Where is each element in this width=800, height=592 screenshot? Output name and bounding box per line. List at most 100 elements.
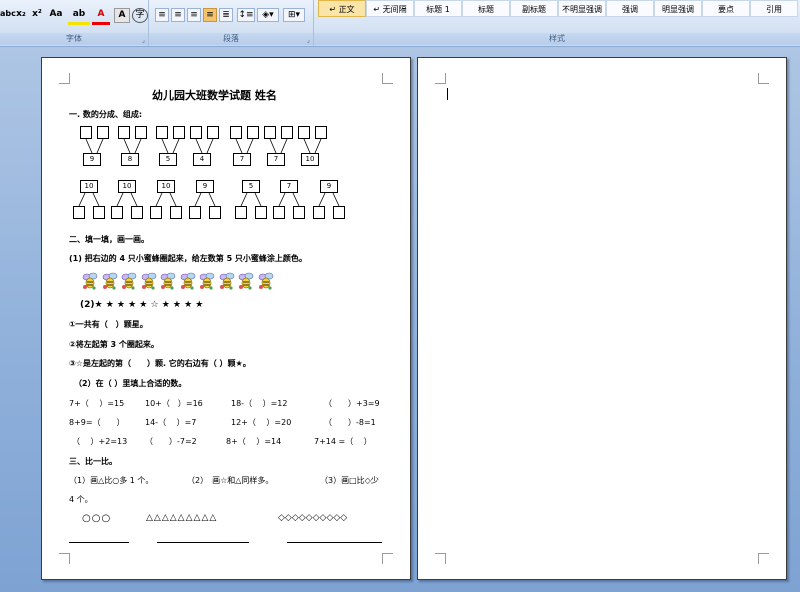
answer-box [281, 126, 293, 139]
section-2-heading: 二、填一填，画一画。 [69, 235, 149, 244]
crop-mark [435, 73, 446, 84]
text-cursor [447, 88, 448, 100]
answer-box [156, 126, 168, 139]
crop-mark [758, 553, 769, 564]
styles-group: ↵ 正文 ↵ 无间隔 标题 1 标题 副标题 不明显强调 强调 明显强调 要点 引用 样式 [314, 0, 800, 46]
answer-box [207, 126, 219, 139]
paragraph-group-label: 段落 [149, 33, 313, 45]
align-right-icon[interactable]: ≡ [187, 8, 201, 22]
decomposition-lines [78, 138, 340, 207]
answer-box [111, 206, 123, 219]
number-box: 10 [157, 180, 175, 193]
justify-icon[interactable]: ≡ [203, 8, 217, 22]
number-box: 4 [193, 153, 211, 166]
answer-box [131, 206, 143, 219]
number-box: 10 [80, 180, 98, 193]
eq-r3-c2: （ ）-7=2 [145, 437, 197, 446]
style-item[interactable]: 强调 [606, 0, 654, 17]
answer-box [298, 126, 310, 139]
answer-box [93, 206, 105, 219]
styles-group-label: 样式 [314, 33, 800, 45]
section-3-heading: 三、比一比。 [69, 457, 117, 466]
font-color-button[interactable]: A [92, 6, 110, 25]
number-box: 7 [233, 153, 251, 166]
paragraph-dialog-launcher-icon[interactable]: ⌟ [307, 36, 310, 44]
compare-3-cont: 4 个。 [69, 495, 93, 504]
compare-3: （3）画□比◇少 [320, 476, 379, 485]
number-box: 8 [121, 153, 139, 166]
answer-box [315, 126, 327, 139]
font-dialog-launcher-icon[interactable]: ⌟ [142, 36, 145, 44]
eq-r1-c1: 7+（ ）=15 [69, 399, 125, 408]
bee-icon [102, 272, 118, 290]
change-case-button[interactable]: Aa [46, 6, 66, 22]
strikethrough-button[interactable]: abc [0, 6, 16, 22]
align-center-icon[interactable]: ≡ [171, 8, 185, 22]
font-group-label: 字体 [0, 33, 148, 45]
diamonds-shapes: ◇◇◇◇◇◇◇◇◇◇ [278, 513, 348, 523]
style-item[interactable]: 引用 [750, 0, 798, 17]
subscript-button[interactable]: x₂ [14, 6, 28, 22]
borders-icon[interactable]: ⊞▾ [283, 8, 305, 22]
eq-r2-c4: （ ）-8=1 [324, 418, 376, 427]
style-item[interactable]: 明显强调 [654, 0, 702, 17]
bee-icon [180, 272, 196, 290]
line-spacing-icon[interactable]: ↕≡ [237, 8, 255, 22]
circles-shapes: ○○○ [82, 513, 112, 524]
superscript-button[interactable]: x² [30, 6, 44, 22]
answer-line-1 [69, 542, 129, 543]
answer-line-2 [157, 542, 249, 543]
enclose-char-button[interactable]: 字 [132, 8, 148, 23]
number-box: 9 [320, 180, 338, 193]
number-box: 7 [280, 180, 298, 193]
answer-box [190, 126, 202, 139]
eq-r3-c1: （ ）+2=13 [72, 437, 128, 446]
crop-mark [382, 553, 393, 564]
answer-box [80, 126, 92, 139]
answer-box [135, 126, 147, 139]
bee-icon [82, 272, 98, 290]
style-item[interactable]: 不明显强调 [558, 0, 606, 17]
crop-mark [435, 553, 446, 564]
style-item[interactable]: 标题 [462, 0, 510, 17]
eq-r1-c4: （ ）+3=9 [324, 399, 380, 408]
bee-icon [219, 272, 235, 290]
compare-1: （1）画△比○多 1 个。 [69, 476, 154, 485]
number-box: 5 [159, 153, 177, 166]
number-box: 7 [267, 153, 285, 166]
char-shading-button[interactable]: A [114, 8, 130, 23]
number-box: 5 [242, 180, 260, 193]
document-page-1[interactable]: 幼儿园大班数学试题 姓名 一. 数的分成、组成: 二、填一填，画一画。 (1) … [41, 57, 411, 580]
document-page-2[interactable] [417, 57, 787, 580]
bee-icon [199, 272, 215, 290]
eq-r3-c3: 8+（ ）=14 [226, 437, 282, 446]
bee-icon [160, 272, 176, 290]
eq-r2-c1: 8+9=（ ） [69, 418, 125, 427]
answer-box [97, 126, 109, 139]
highlight-button[interactable]: ab [68, 6, 90, 25]
answer-box [150, 206, 162, 219]
answer-line-3 [287, 542, 382, 543]
answer-box [247, 126, 259, 139]
style-item[interactable]: ↵ 无间隔 [366, 0, 414, 17]
eq-r1-c3: 18-（ ）=12 [231, 399, 288, 408]
answer-box [118, 126, 130, 139]
style-item[interactable]: ↵ 正文 [318, 0, 366, 17]
ribbon: abc x₂ x² Aa ab A A 字 字体 ⌟ ≡ ≡ ≡ ≡ ≣ ↕≡ … [0, 0, 800, 47]
distributed-icon[interactable]: ≣ [219, 8, 233, 22]
style-item[interactable]: 副标题 [510, 0, 558, 17]
paragraph-group: ≡ ≡ ≡ ≡ ≣ ↕≡ ◈▾ ⊞▾ 段落 ⌟ [149, 0, 314, 46]
answer-box [189, 206, 201, 219]
answer-box [173, 126, 185, 139]
crop-mark [758, 73, 769, 84]
shading-icon[interactable]: ◈▾ [257, 8, 279, 22]
question-2c: ③☆是左起的第（ ）颗. 它的右边有（ ）颗★。 [69, 359, 251, 368]
eq-r2-c2: 14-（ ）=7 [145, 418, 197, 427]
style-item[interactable]: 标题 1 [414, 0, 462, 17]
question-3-heading: （2）在（ ）里填上合适的数。 [74, 379, 187, 388]
style-item[interactable]: 要点 [702, 0, 750, 17]
answer-box [235, 206, 247, 219]
align-left-icon[interactable]: ≡ [155, 8, 169, 22]
number-box: 9 [83, 153, 101, 166]
crop-mark [59, 553, 70, 564]
